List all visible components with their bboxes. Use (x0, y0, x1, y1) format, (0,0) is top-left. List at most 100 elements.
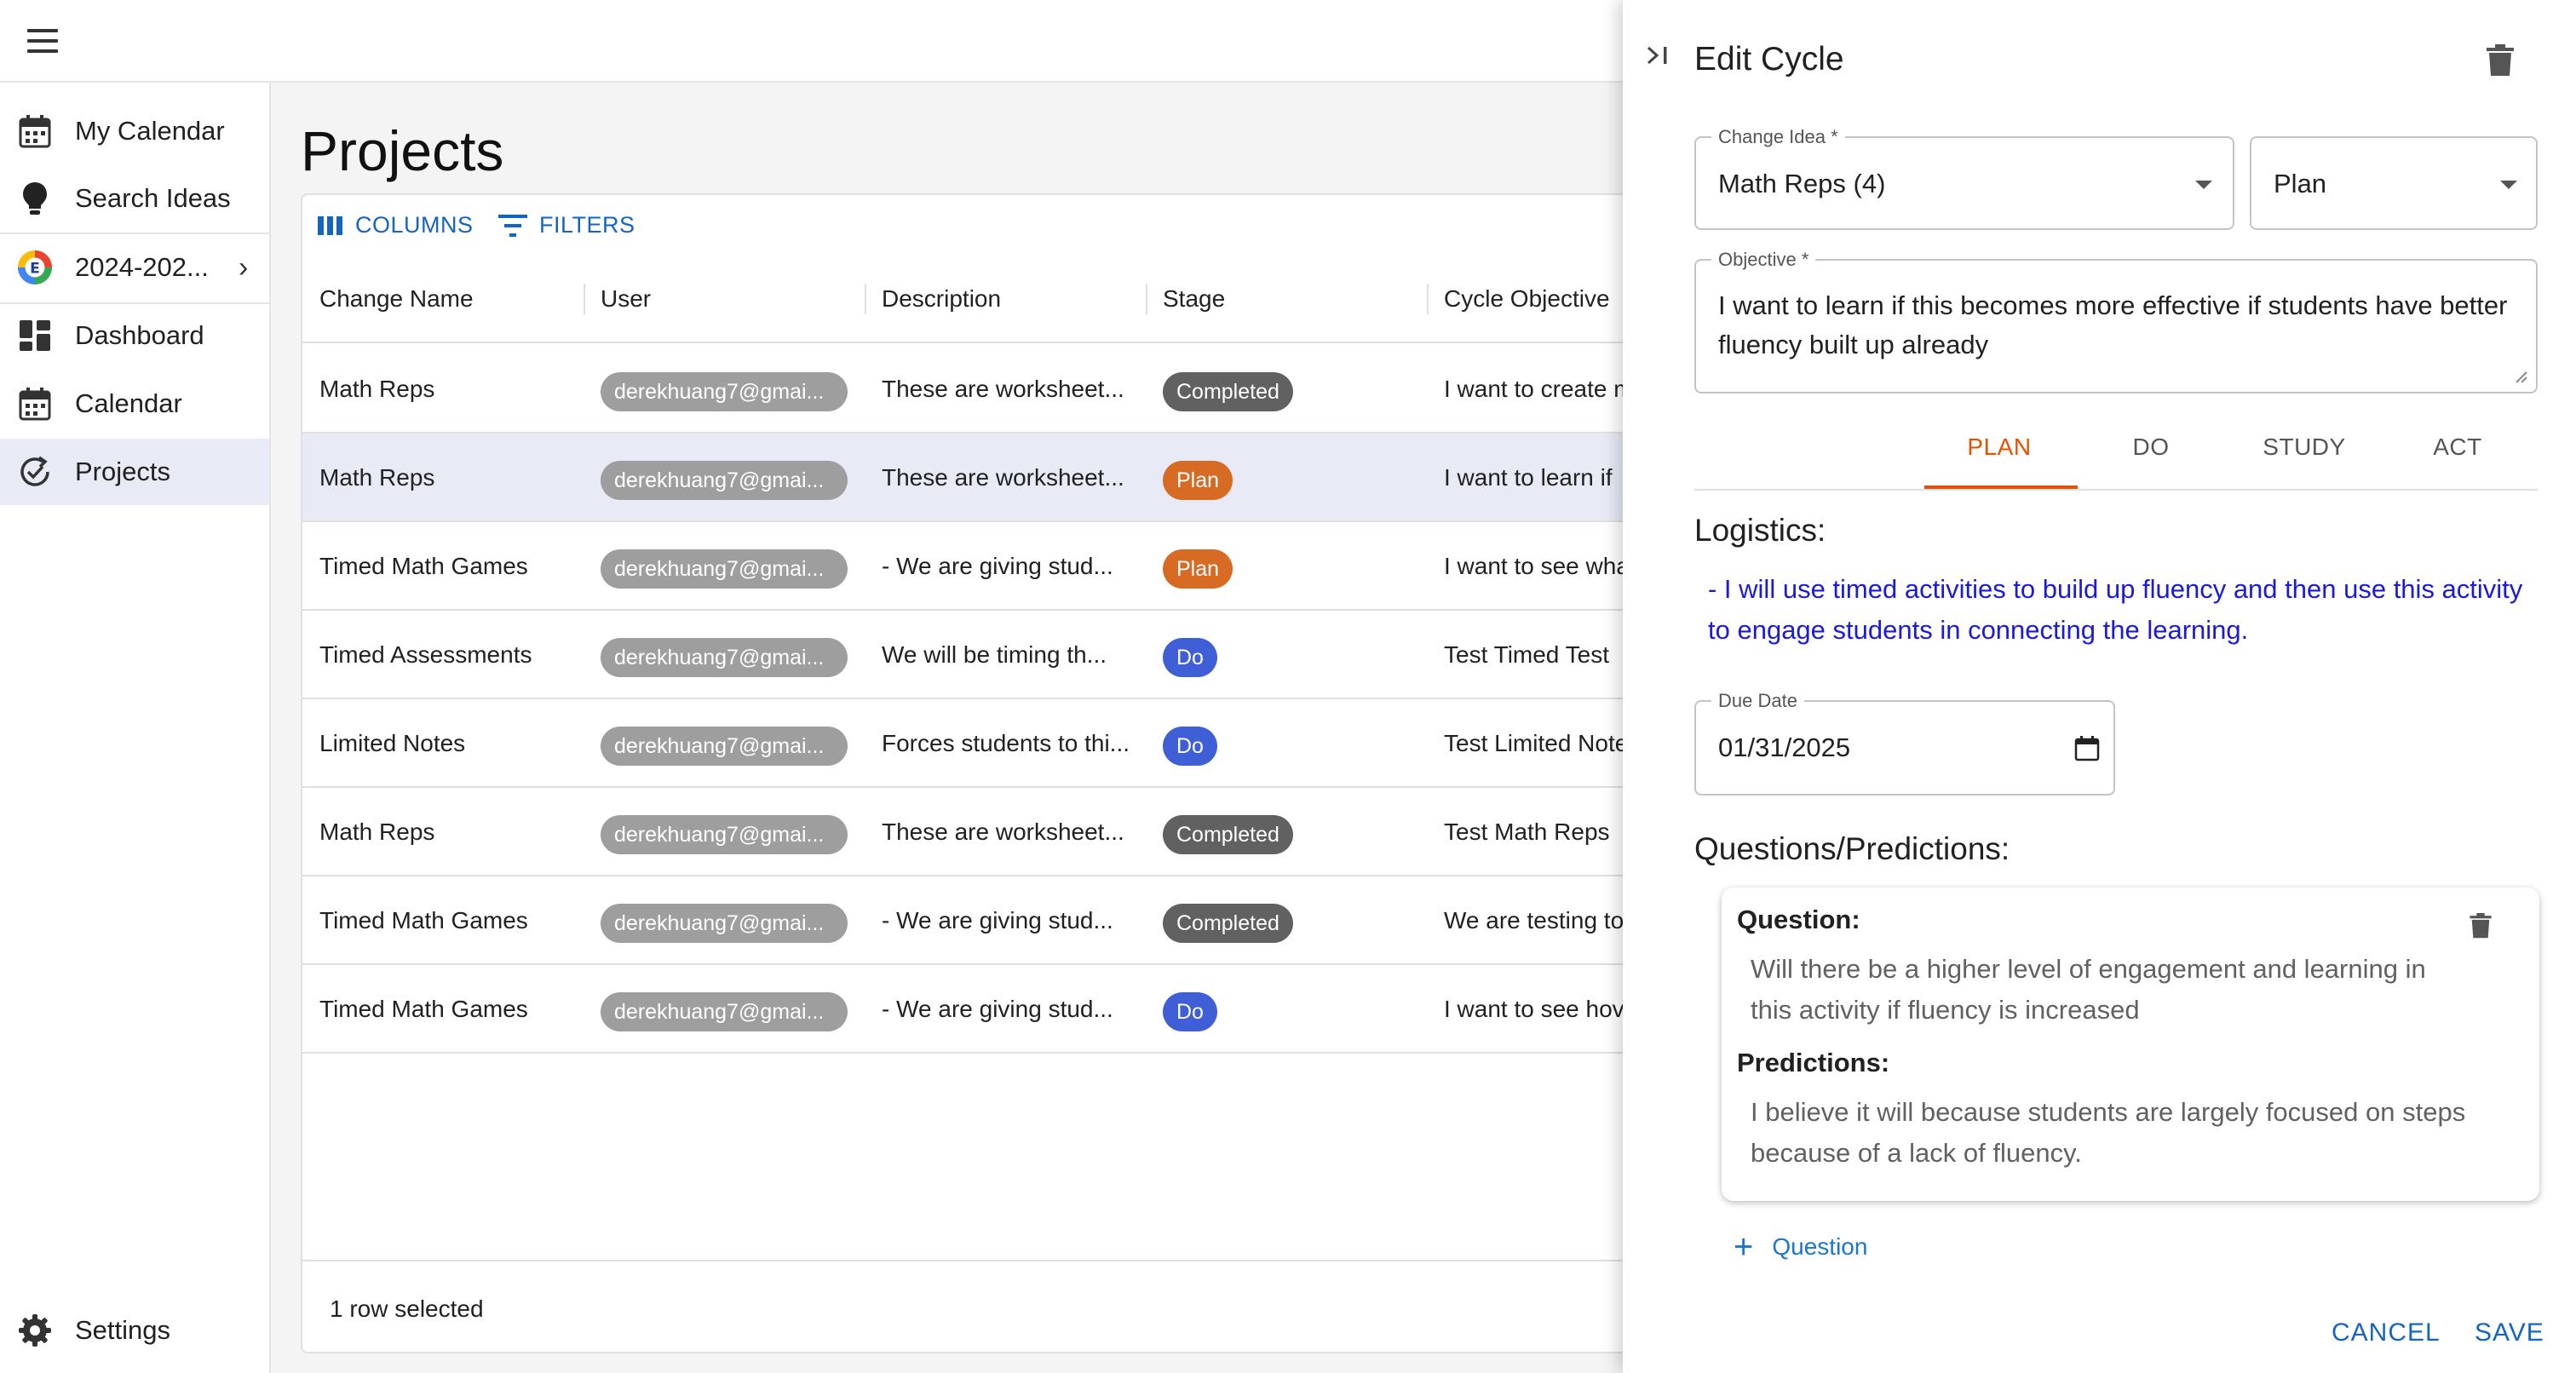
calendar-picker-icon[interactable] (2074, 736, 2100, 761)
stage-badge: Do (1163, 992, 1217, 1031)
sidebar-item-projects[interactable]: Projects (0, 439, 269, 505)
table-row[interactable]: Limited Notes derekhuang7@gmai... Forces s… (302, 699, 1662, 788)
user-chip[interactable]: derekhuang7@gmai... (601, 372, 848, 411)
due-date-field[interactable]: Due Date 01/31/2025 (1694, 690, 2115, 796)
column-header-description[interactable]: Description (882, 255, 1001, 343)
sidebar-item-calendar[interactable]: Calendar (0, 371, 269, 437)
add-question-label: Question (1772, 1233, 1868, 1260)
predictions-text[interactable]: I believe it will because students are l… (1751, 1092, 2466, 1174)
delete-cycle-trash-icon[interactable] (2487, 44, 2516, 78)
column-header-user[interactable]: User (601, 255, 651, 343)
table-row[interactable]: Timed Assessments derekhuang7@gmai... We w… (302, 611, 1662, 699)
stage-badge: Completed (1163, 815, 1293, 854)
tab-act[interactable]: ACT (2381, 417, 2534, 491)
table-row[interactable]: Timed Math Games derekhuang7@gmai... - We … (302, 965, 1662, 1054)
filters-button-label: FILTERS (539, 212, 635, 238)
column-separator[interactable] (865, 284, 866, 314)
filter-icon (498, 214, 527, 237)
cell-change-name: Timed Assessments (319, 641, 532, 668)
user-chip[interactable]: derekhuang7@gmai... (601, 638, 848, 677)
stage-badge: Plan (1163, 549, 1233, 589)
cancel-button[interactable]: CANCEL (2332, 1318, 2441, 1347)
table-row[interactable]: Timed Math Games derekhuang7@gmai... - We … (302, 876, 1662, 965)
question-label: Question: (1737, 905, 1860, 934)
stage-select[interactable]: Plan (2250, 136, 2538, 230)
sidebar-item-school-year[interactable]: E 2024-202... › (0, 234, 269, 301)
chevron-right-icon: › (239, 250, 249, 284)
top-app-bar (0, 0, 1623, 83)
sidebar-item-dashboard[interactable]: Dashboard (0, 302, 269, 369)
dashboard-icon (17, 318, 53, 353)
dropdown-caret-icon (2195, 181, 2212, 189)
edit-cycle-drawer: Edit Cycle Change Idea * Math Reps (4) P… (1623, 0, 2576, 1373)
resize-handle-icon[interactable] (2514, 370, 2527, 383)
column-header-change-name[interactable]: Change Name (319, 255, 474, 343)
user-chip[interactable]: derekhuang7@gmai... (601, 815, 848, 854)
user-chip[interactable]: derekhuang7@gmai... (601, 727, 848, 766)
hamburger-menu-icon[interactable] (27, 29, 58, 53)
stage-badge: Plan (1163, 461, 1233, 500)
columns-button[interactable]: COLUMNS (318, 212, 474, 238)
change-idea-label: Change Idea * (1711, 126, 1845, 148)
cell-change-name: Limited Notes (319, 730, 466, 756)
delete-question-trash-icon[interactable] (2470, 913, 2495, 942)
cell-change-name: Math Reps (319, 376, 435, 402)
lightbulb-icon (17, 181, 53, 216)
calendar-icon (17, 113, 53, 149)
change-idea-select[interactable]: Change Idea * Math Reps (4) (1694, 126, 2234, 230)
gear-icon (17, 1313, 53, 1348)
page-title: Projects (301, 119, 504, 182)
sidebar-item-settings[interactable]: Settings (0, 1297, 269, 1364)
table-row[interactable]: Math Reps derekhuang7@gmai... These are wo… (302, 345, 1662, 434)
columns-button-label: COLUMNS (355, 212, 474, 238)
objective-label: Objective * (1711, 249, 1816, 271)
tab-do[interactable]: DO (2074, 417, 2228, 491)
due-date-value: 01/31/2025 (1718, 732, 1851, 762)
stage-badge: Do (1163, 638, 1217, 677)
cell-description: - We are giving stud... (882, 553, 1113, 579)
table-row[interactable]: Math Reps derekhuang7@gmai... These are wo… (302, 788, 1662, 876)
column-header-stage[interactable]: Stage (1163, 255, 1225, 343)
calendar-icon (17, 386, 53, 422)
sidebar-item-my-calendar[interactable]: My Calendar (0, 98, 269, 164)
cell-change-name: Math Reps (319, 819, 435, 845)
column-separator[interactable] (1146, 284, 1147, 314)
table-row[interactable]: Math Reps derekhuang7@gmai... These are wo… (302, 434, 1662, 522)
save-button[interactable]: SAVE (2475, 1318, 2544, 1347)
stage-badge: Completed (1163, 904, 1293, 943)
sidebar-item-search-ideas[interactable]: Search Ideas (0, 165, 269, 232)
sidebar: My Calendar Search Ideas E 2024-202... ›… (0, 83, 271, 1373)
question-text[interactable]: Will there be a higher level of engageme… (1751, 949, 2466, 1031)
sidebar-item-label: Projects (75, 457, 170, 486)
objective-textarea[interactable]: Objective * I want to learn if this beco… (1694, 249, 2538, 394)
main-content: Projects COLUMNS FILTERS Change Name Use… (271, 83, 1664, 1373)
question-card: Question: Will there be a higher level o… (1722, 888, 2539, 1201)
tab-study[interactable]: STUDY (2228, 417, 2381, 491)
user-chip[interactable]: derekhuang7@gmai... (601, 461, 848, 500)
stage-badge: Completed (1163, 372, 1293, 411)
table-row[interactable]: Timed Math Games derekhuang7@gmai... - We … (302, 522, 1662, 611)
sidebar-item-label: Dashboard (75, 320, 204, 350)
column-header-cycle-objective[interactable]: Cycle Objective (1444, 255, 1610, 343)
cell-description: Forces students to thi... (882, 730, 1130, 756)
pdsa-tabs: PLAN DO STUDY ACT (1694, 417, 2538, 491)
cell-change-name: Timed Math Games (319, 996, 528, 1022)
column-separator[interactable] (584, 284, 585, 314)
cell-change-name: Timed Math Games (319, 553, 528, 579)
selected-rows-count: 1 row selected (330, 1295, 484, 1322)
collapse-drawer-icon[interactable] (1645, 43, 1676, 73)
grid-header-row: Change Name User Description Stage Cycle… (302, 255, 1662, 343)
stage-select-value: Plan (2274, 169, 2327, 198)
user-chip[interactable]: derekhuang7@gmai... (601, 992, 848, 1031)
user-chip[interactable]: derekhuang7@gmai... (601, 904, 848, 943)
objective-value: I want to learn if this becomes more eff… (1718, 290, 2508, 359)
school-logo-icon: E (17, 250, 53, 285)
column-separator[interactable] (1427, 284, 1429, 314)
logistics-text[interactable]: - I will use timed activities to build u… (1708, 569, 2526, 651)
user-chip[interactable]: derekhuang7@gmai... (601, 549, 848, 589)
add-question-button[interactable]: + Question (1734, 1230, 1867, 1264)
cell-change-name: Math Reps (319, 464, 435, 491)
tab-plan[interactable]: PLAN (1924, 417, 2074, 491)
filters-button[interactable]: FILTERS (498, 212, 635, 238)
sidebar-item-label: Search Ideas (75, 183, 231, 213)
